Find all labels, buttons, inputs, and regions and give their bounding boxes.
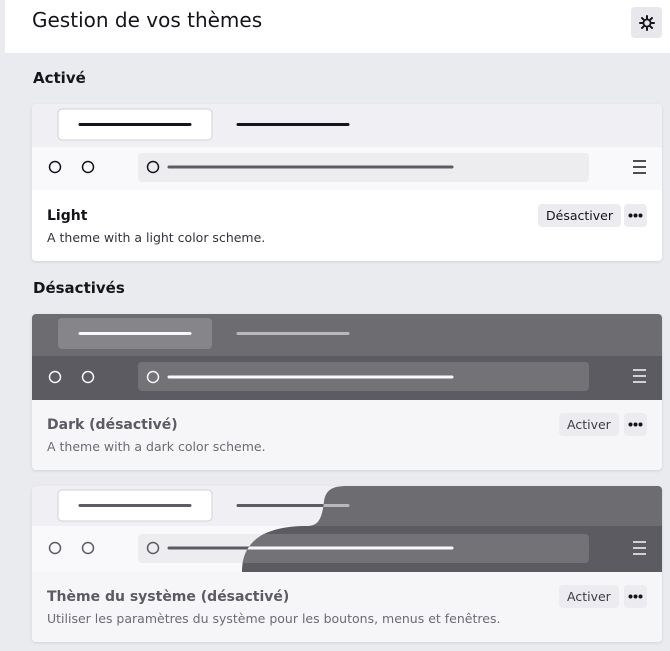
disable-theme-button[interactable]: Désactiver <box>538 204 621 227</box>
theme-more-button[interactable] <box>624 204 647 227</box>
section-inactive-heading: Désactivés <box>33 279 125 297</box>
more-icon <box>628 422 643 427</box>
more-icon <box>628 213 643 218</box>
more-icon <box>628 594 643 599</box>
gear-icon <box>638 14 655 31</box>
theme-more-button[interactable] <box>624 413 647 436</box>
theme-preview-dark <box>32 314 662 400</box>
page-header: Gestion de vos thèmes <box>5 0 670 53</box>
theme-more-button[interactable] <box>624 585 647 608</box>
theme-name: Light <box>47 208 88 224</box>
theme-description: A theme with a dark color scheme. <box>47 439 266 454</box>
section-active-heading: Activé <box>33 69 86 87</box>
theme-card-light: Light A theme with a light color scheme.… <box>32 104 662 261</box>
theme-description: Utiliser les paramètres du système pour … <box>47 611 501 626</box>
theme-preview-system <box>32 486 662 572</box>
settings-button[interactable] <box>631 7 662 38</box>
theme-description: A theme with a light color scheme. <box>47 230 266 245</box>
theme-name: Thème du système (désactivé) <box>47 589 290 605</box>
enable-theme-button[interactable]: Activer <box>559 585 619 608</box>
theme-card-dark: Dark (désactivé) A theme with a dark col… <box>32 314 662 470</box>
theme-card-system: Thème du système (désactivé) Utiliser le… <box>32 486 662 642</box>
enable-theme-button[interactable]: Activer <box>559 413 619 436</box>
theme-preview-light <box>32 104 662 190</box>
theme-name: Dark (désactivé) <box>47 417 178 433</box>
page-title: Gestion de vos thèmes <box>32 8 263 32</box>
